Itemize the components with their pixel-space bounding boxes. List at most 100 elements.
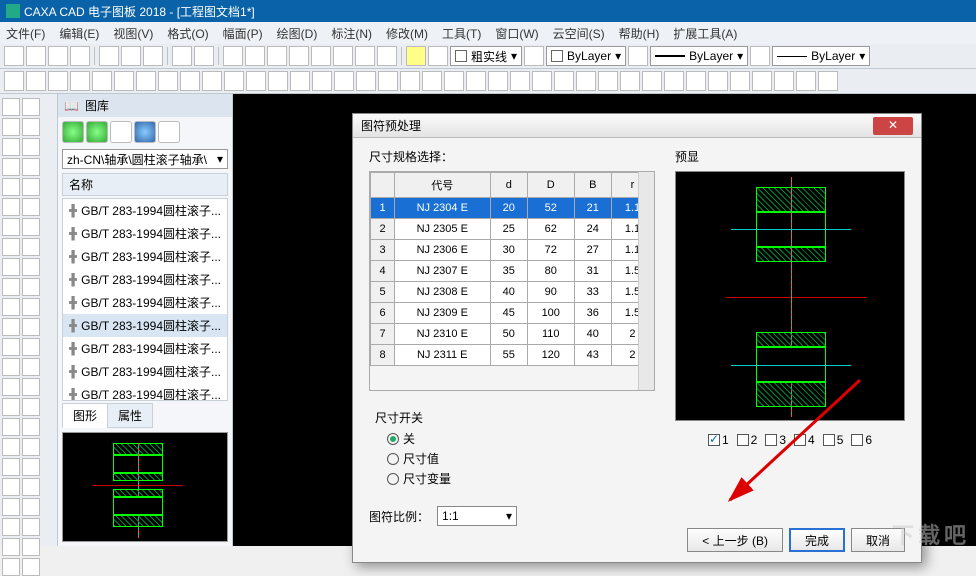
- list-item[interactable]: GB/T 283-1994圆柱滚子...: [63, 291, 227, 314]
- vtool-btn[interactable]: [2, 298, 20, 316]
- tb2-btn[interactable]: [510, 71, 530, 91]
- tb2-btn[interactable]: [422, 71, 442, 91]
- table-row[interactable]: 3NJ 2306 E3072271.1: [371, 240, 654, 261]
- vtool-btn[interactable]: [2, 498, 20, 516]
- col-header[interactable]: 代号: [395, 173, 491, 198]
- col-header[interactable]: D: [527, 173, 574, 198]
- menu-item[interactable]: 编辑(E): [59, 25, 99, 42]
- search-button[interactable]: [134, 121, 156, 143]
- tb2-btn[interactable]: [268, 71, 288, 91]
- color-combo[interactable]: ByLayer▾: [546, 46, 626, 66]
- vtool-btn[interactable]: [22, 158, 40, 176]
- finish-button[interactable]: 完成: [789, 528, 845, 552]
- tb-layer-icon[interactable]: [428, 46, 448, 66]
- vtool-btn[interactable]: [2, 118, 20, 136]
- path-combo[interactable]: zh-CN\轴承\圆柱滚子轴承\▾: [62, 149, 228, 169]
- tb2-btn[interactable]: [642, 71, 662, 91]
- vtool-btn[interactable]: [22, 478, 40, 496]
- radio-option[interactable]: 尺寸变量: [387, 470, 649, 487]
- tb2-btn[interactable]: [620, 71, 640, 91]
- vtool-btn[interactable]: [22, 358, 40, 376]
- tb-lweight[interactable]: [750, 46, 770, 66]
- radio-option[interactable]: 尺寸值: [387, 450, 649, 467]
- view-button[interactable]: [158, 121, 180, 143]
- tb2-btn[interactable]: [48, 71, 68, 91]
- vtool-btn[interactable]: [2, 258, 20, 276]
- vtool-btn[interactable]: [22, 498, 40, 516]
- nav-fwd-button[interactable]: [86, 121, 108, 143]
- vtool-btn[interactable]: [22, 258, 40, 276]
- table-scrollbar[interactable]: [638, 172, 654, 390]
- vtool-btn[interactable]: [2, 138, 20, 156]
- tab-props[interactable]: 属性: [107, 403, 153, 428]
- vtool-btn[interactable]: [2, 218, 20, 236]
- tb2-btn[interactable]: [466, 71, 486, 91]
- vtool-btn[interactable]: [2, 98, 20, 116]
- nav-back-button[interactable]: [62, 121, 84, 143]
- col-header[interactable]: d: [490, 173, 527, 198]
- tb2-btn[interactable]: [356, 71, 376, 91]
- tb-new[interactable]: [4, 46, 24, 66]
- dialog-titlebar[interactable]: 图符预处理 ✕: [353, 114, 921, 138]
- vtool-btn[interactable]: [22, 198, 40, 216]
- tb-misc4[interactable]: [289, 46, 309, 66]
- tb-color[interactable]: [524, 46, 544, 66]
- vtool-btn[interactable]: [22, 298, 40, 316]
- vtool-btn[interactable]: [2, 518, 20, 536]
- tb2-btn[interactable]: [664, 71, 684, 91]
- menu-item[interactable]: 文件(F): [6, 25, 45, 42]
- view-checkbox[interactable]: 6: [851, 433, 872, 447]
- menu-item[interactable]: 扩展工具(A): [673, 25, 737, 42]
- vtool-btn[interactable]: [2, 238, 20, 256]
- tb-redo[interactable]: [194, 46, 214, 66]
- vtool-btn[interactable]: [22, 538, 40, 556]
- ratio-combo[interactable]: 1:1▾: [437, 506, 517, 526]
- vtool-btn[interactable]: [22, 558, 40, 576]
- tb-save[interactable]: [48, 46, 68, 66]
- table-row[interactable]: 8NJ 2311 E55120432: [371, 345, 654, 366]
- list-item[interactable]: GB/T 283-1994圆柱滚子...: [63, 245, 227, 268]
- view-checkbox[interactable]: 2: [737, 433, 758, 447]
- list-item[interactable]: GB/T 283-1994圆柱滚子...: [63, 360, 227, 383]
- tb-misc6[interactable]: [333, 46, 353, 66]
- vtool-btn[interactable]: [22, 518, 40, 536]
- menu-item[interactable]: 标注(N): [331, 25, 372, 42]
- vtool-btn[interactable]: [2, 358, 20, 376]
- vtool-btn[interactable]: [22, 138, 40, 156]
- vtool-btn[interactable]: [2, 198, 20, 216]
- tb2-btn[interactable]: [818, 71, 838, 91]
- tb2-btn[interactable]: [686, 71, 706, 91]
- vtool-btn[interactable]: [22, 318, 40, 336]
- vtool-btn[interactable]: [22, 378, 40, 396]
- tb2-btn[interactable]: [576, 71, 596, 91]
- list-item[interactable]: GB/T 283-1994圆柱滚子...: [63, 268, 227, 291]
- table-row[interactable]: 7NJ 2310 E50110402: [371, 324, 654, 345]
- list-item[interactable]: GB/T 283-1994圆柱滚子...: [63, 222, 227, 245]
- tb2-btn[interactable]: [598, 71, 618, 91]
- tb2-btn[interactable]: [26, 71, 46, 91]
- vtool-btn[interactable]: [22, 418, 40, 436]
- menu-item[interactable]: 幅面(P): [223, 25, 263, 42]
- radio-option[interactable]: 关: [387, 430, 649, 447]
- tb2-btn[interactable]: [290, 71, 310, 91]
- vtool-btn[interactable]: [2, 458, 20, 476]
- tb-light[interactable]: [406, 46, 426, 66]
- vtool-btn[interactable]: [2, 278, 20, 296]
- vtool-btn[interactable]: [2, 318, 20, 336]
- list-item[interactable]: GB/T 283-1994圆柱滚子...: [63, 337, 227, 360]
- table-row[interactable]: 2NJ 2305 E2562241.1: [371, 219, 654, 240]
- tb2-btn[interactable]: [202, 71, 222, 91]
- view-checkbox[interactable]: 1: [708, 433, 729, 447]
- tb-undo[interactable]: [172, 46, 192, 66]
- lweight-combo[interactable]: ByLayer▾: [772, 46, 870, 66]
- vtool-btn[interactable]: [22, 238, 40, 256]
- tb2-btn[interactable]: [158, 71, 178, 91]
- vtool-btn[interactable]: [22, 398, 40, 416]
- tb2-btn[interactable]: [400, 71, 420, 91]
- vtool-btn[interactable]: [22, 278, 40, 296]
- vtool-btn[interactable]: [22, 338, 40, 356]
- menu-item[interactable]: 绘图(D): [277, 25, 318, 42]
- tab-shape[interactable]: 图形: [62, 403, 108, 428]
- spec-table[interactable]: 代号dDBr 1NJ 2304 E2052211.12NJ 2305 E2562…: [370, 172, 654, 366]
- menu-item[interactable]: 修改(M): [386, 25, 428, 42]
